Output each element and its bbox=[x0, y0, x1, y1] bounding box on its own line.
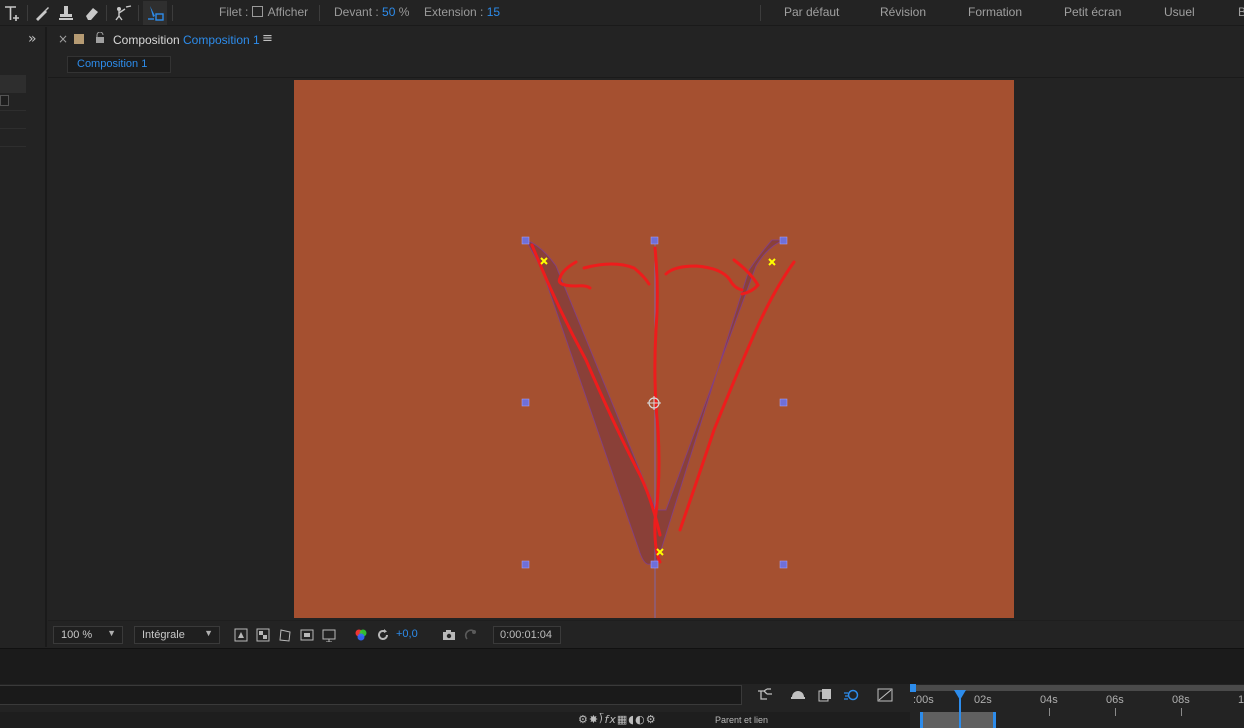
snapshot-camera-icon[interactable] bbox=[441, 627, 457, 643]
ruler-label: 08s bbox=[1172, 694, 1190, 706]
panel-menu-icon[interactable]: ≡ bbox=[262, 31, 273, 46]
project-row[interactable] bbox=[0, 111, 26, 129]
extension-value[interactable]: 15 bbox=[487, 5, 500, 19]
toolbar-divider bbox=[106, 5, 107, 21]
composition-tab[interactable]: Composition 1 bbox=[67, 56, 171, 73]
check-icon[interactable] bbox=[0, 95, 9, 106]
chevron-down-icon: ▼ bbox=[107, 628, 116, 638]
puppet-shape-overlay[interactable] bbox=[294, 80, 1014, 618]
exposure-value[interactable]: +0,0 bbox=[396, 628, 418, 640]
workspace-revision[interactable]: Révision bbox=[880, 5, 926, 19]
lock-icon[interactable] bbox=[94, 31, 106, 44]
work-area-start-handle[interactable] bbox=[910, 684, 916, 692]
ruler-label: 06s bbox=[1106, 694, 1124, 706]
channel-color-icon[interactable] bbox=[353, 627, 369, 643]
project-row[interactable] bbox=[0, 93, 26, 111]
shy-layers-icon[interactable] bbox=[789, 686, 807, 704]
reset-exposure-icon[interactable] bbox=[375, 627, 391, 643]
expand-panels-icon[interactable]: » bbox=[28, 31, 37, 47]
time-ruler[interactable]: :00s 02s 04s 06s 08s 1 bbox=[910, 684, 1244, 728]
puppet-pin-tool-icon[interactable] bbox=[143, 1, 167, 25]
ruler-label: 1 bbox=[1238, 694, 1244, 706]
handle[interactable] bbox=[521, 236, 530, 245]
workspace-par-defaut[interactable]: Par défaut bbox=[784, 5, 839, 19]
graph-editor-icon[interactable] bbox=[876, 686, 894, 704]
composition-canvas[interactable] bbox=[294, 80, 1014, 618]
afficher-checkbox[interactable]: Afficher bbox=[250, 5, 308, 19]
ruler-label: 04s bbox=[1040, 694, 1058, 706]
composition-name-dropdown[interactable]: Composition 1 bbox=[183, 33, 260, 47]
zoom-dropdown[interactable]: 100 % ▼ bbox=[53, 626, 123, 644]
handle[interactable] bbox=[521, 560, 530, 569]
filet-label: Filet : bbox=[219, 5, 249, 19]
toolbar-divider bbox=[319, 5, 320, 21]
fast-preview-icon[interactable] bbox=[233, 627, 249, 643]
handle[interactable] bbox=[779, 398, 788, 407]
extension-field[interactable]: Extension : 15 bbox=[424, 5, 500, 19]
red-stroke bbox=[664, 264, 744, 292]
ruler-tick bbox=[1049, 708, 1050, 716]
timeline-panel: ⚙✸⟌fx▦◖◐⚙ Parent et lien :00s 02s 04s 06… bbox=[0, 684, 1244, 728]
clone-stamp-tool-icon[interactable] bbox=[54, 1, 78, 25]
tools-toolbar: Filet : Afficher Devant : 50 % Extension… bbox=[0, 0, 1244, 26]
anchor-point-icon[interactable] bbox=[647, 396, 661, 410]
devant-field[interactable]: Devant : 50 % bbox=[334, 5, 409, 19]
grid-guides-icon[interactable] bbox=[321, 627, 337, 643]
resolution-dropdown[interactable]: Intégrale ▼ bbox=[134, 626, 220, 644]
toolbar-divider bbox=[27, 5, 28, 21]
checkbox-icon[interactable] bbox=[252, 6, 263, 17]
timeline-search-input[interactable] bbox=[0, 685, 742, 705]
composition-mini-flowchart-icon[interactable] bbox=[756, 686, 774, 704]
devant-value[interactable]: 50 bbox=[382, 5, 395, 19]
ruler-tick bbox=[1181, 708, 1182, 716]
workspace-overflow[interactable]: B bbox=[1238, 5, 1244, 19]
frame-blending-icon[interactable] bbox=[816, 686, 834, 704]
brush-tool-icon[interactable] bbox=[30, 1, 54, 25]
composition-viewer[interactable] bbox=[48, 79, 1244, 620]
mask-visibility-icon[interactable] bbox=[277, 627, 293, 643]
layer-switch-icons: ⚙✸⟌fx▦◖◐⚙ bbox=[578, 713, 657, 726]
parent-link-column: Parent et lien bbox=[715, 715, 769, 725]
ruler-tick bbox=[1115, 708, 1116, 716]
handle[interactable] bbox=[779, 236, 788, 245]
workspace-petit-ecran[interactable]: Petit écran bbox=[1064, 5, 1121, 19]
handle[interactable] bbox=[650, 560, 659, 569]
toolbar-divider bbox=[138, 5, 139, 21]
eraser-tool-icon[interactable] bbox=[80, 1, 104, 25]
left-panel: » bbox=[0, 27, 47, 647]
close-panel-icon[interactable]: × bbox=[58, 32, 68, 46]
playhead-line[interactable] bbox=[959, 698, 961, 728]
project-row[interactable] bbox=[0, 129, 26, 147]
panel-title-prefix: Composition bbox=[113, 33, 180, 47]
transparency-grid-icon[interactable] bbox=[255, 627, 271, 643]
handle[interactable] bbox=[650, 236, 659, 245]
red-stroke bbox=[678, 260, 796, 532]
motion-blur-icon[interactable] bbox=[842, 686, 860, 704]
chevron-down-icon: ▼ bbox=[204, 628, 213, 638]
region-of-interest-icon[interactable] bbox=[299, 627, 315, 643]
show-snapshot-icon[interactable] bbox=[463, 627, 479, 643]
composition-panel-header: × Composition Composition 1 ≡ bbox=[48, 27, 1244, 52]
composition-tab-bar: Composition 1 bbox=[48, 52, 1244, 78]
toolbar-divider bbox=[760, 5, 761, 21]
roto-brush-tool-icon[interactable] bbox=[111, 1, 135, 25]
ruler-label: :00s bbox=[913, 694, 934, 706]
project-row[interactable] bbox=[0, 75, 26, 93]
ruler-label: 02s bbox=[974, 694, 992, 706]
viewer-controls-bar: 100 % ▼ Intégrale ▼ +0,0 0:00:01:04 bbox=[48, 620, 1244, 648]
text-tool-icon[interactable] bbox=[0, 1, 24, 25]
red-stroke bbox=[557, 260, 592, 290]
layer-switches-header: ⚙✸⟌fx▦◖◐⚙ Parent et lien bbox=[0, 712, 910, 728]
workspace-usuel[interactable]: Usuel bbox=[1164, 5, 1195, 19]
composition-color-icon bbox=[74, 34, 84, 44]
panel-divider bbox=[0, 648, 1244, 684]
workspace-formation[interactable]: Formation bbox=[968, 5, 1022, 19]
handle[interactable] bbox=[521, 398, 530, 407]
toolbar-divider bbox=[172, 5, 173, 21]
red-stroke bbox=[582, 262, 651, 286]
layer-duration-bar[interactable] bbox=[920, 712, 996, 728]
handle[interactable] bbox=[779, 560, 788, 569]
current-time-field[interactable]: 0:00:01:04 bbox=[493, 626, 561, 644]
puppet-pin[interactable] bbox=[768, 258, 776, 266]
